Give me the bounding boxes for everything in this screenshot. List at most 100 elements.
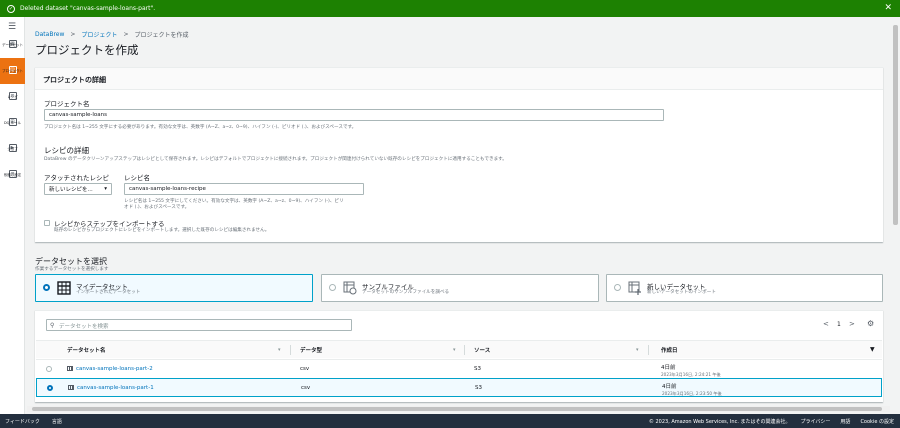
breadcrumb-root[interactable]: DataBrew (35, 31, 64, 38)
import-steps-hint: 既存のレシピからプロジェクトにレシピをインポートします。選択した既存のレシピは編… (54, 228, 270, 233)
recipe-details-heading: レシピの詳細 (44, 146, 89, 155)
tile-radio (614, 284, 621, 291)
scroll-thumb[interactable] (893, 25, 898, 225)
sort-desc-icon[interactable]: ▼ (870, 346, 875, 353)
row-radio[interactable] (46, 366, 52, 372)
table-header: データセット名 ▾ データ型 ▾ ソース ▾ 作成日 ▼ (36, 340, 882, 358)
rail-item-label: DQ ルール (3, 120, 22, 125)
tile-subtitle: 新しいデータセットのインポート (647, 290, 716, 295)
dataset-name-link[interactable]: canvas-sample-loans-part-1 (68, 385, 154, 391)
recipe-name-input[interactable]: canvas-sample-loans-recipe (124, 183, 364, 195)
data-type: csv (301, 385, 311, 391)
created: 4日前 2023年3月16日, 2:24:21 午後 (661, 363, 721, 378)
copyright: © 2023, Amazon Web Services, Inc. またはその関… (648, 418, 791, 425)
tile-my-datasets[interactable]: マイデータセット インポートされたデータセット (35, 274, 313, 302)
search-placeholder: データセットを検索 (59, 324, 109, 330)
sort-icon[interactable]: ▾ (278, 347, 281, 353)
import-steps-checkbox[interactable] (44, 220, 50, 226)
rail-item-label: ジョブ (7, 146, 18, 151)
tile-new-dataset[interactable]: 新しいデータセット 新しいデータセットのインポート (606, 274, 883, 302)
terms-link[interactable]: 用語 (840, 418, 850, 425)
project-name-input[interactable]: canvas-sample-loans (44, 109, 664, 121)
dataset-name: canvas-sample-loans-part-1 (77, 385, 154, 391)
close-icon[interactable]: ✕ (884, 3, 892, 13)
menu-icon[interactable]: ☰ (8, 22, 16, 32)
rail-item-label: プロジェクト (2, 68, 23, 73)
tile-subtitle: インポートされたデータセット (76, 290, 141, 295)
project-name-label: プロジェクト名 (44, 100, 90, 108)
created-relative: 4日前 (662, 384, 677, 390)
breadcrumb: DataBrew > プロジェクト > プロジェクトを作成 (35, 30, 188, 39)
footer: フィードバック 言語 © 2023, Amazon Web Services, … (0, 414, 900, 428)
source: S3 (475, 385, 482, 391)
rail-item-lineage[interactable]: ⌗ 系譜の設定 (0, 162, 25, 188)
recipe-name-label: レシピ名 (124, 174, 150, 182)
rail-item-jobs[interactable]: ▶ ジョブ (0, 136, 25, 162)
column-divider (290, 345, 291, 355)
col-source[interactable]: ソース (474, 341, 490, 359)
dataset-section-subtitle: 作業するデータセットを選択します (35, 267, 109, 272)
attached-recipe-label: アタッチされたレシピ (44, 174, 109, 182)
column-divider (648, 345, 649, 355)
project-name-hint: プロジェクト名は 1~255 文字にする必要があります。有効な文字は、英数字 (… (44, 125, 357, 130)
new-dataset-icon (628, 281, 641, 295)
rail-item-label: レシピ (7, 94, 18, 99)
data-type: csv (300, 366, 310, 372)
rail-item-datasets[interactable]: ▦ データセット (0, 32, 25, 58)
language-link[interactable]: 言語 (52, 418, 62, 425)
col-created[interactable]: 作成日 (661, 341, 678, 359)
recipe-name-hint-2: オド (.)、およびスペースです。 (124, 205, 190, 210)
table-row[interactable]: canvas-sample-loans-part-2 csv S3 4日前 20… (36, 359, 882, 378)
rail-item-label: 系譜の設定 (3, 172, 22, 177)
attached-recipe-select[interactable]: 新しいレシピを... ▾ (44, 183, 112, 195)
breadcrumb-current: プロジェクトを作成 (134, 32, 189, 39)
settings-gear-icon[interactable]: ⚙ (867, 319, 874, 328)
sort-icon[interactable]: ▾ (453, 347, 456, 353)
vertical-scrollbar[interactable] (891, 17, 900, 414)
left-nav-rail: ☰ ▦ データセット ▤ プロジェクト ≡ レシピ ⊞ DQ ルール ▶ ジョブ… (0, 17, 25, 414)
column-divider (464, 345, 465, 355)
table-icon (67, 366, 73, 371)
dataset-name-link[interactable]: canvas-sample-loans-part-2 (67, 366, 153, 372)
breadcrumb-separator: > (70, 31, 76, 38)
rail-item-projects[interactable]: ▤ プロジェクト (0, 58, 25, 84)
caret-down-icon: ▾ (104, 186, 107, 192)
created: 4日前 2023年3月16日, 2:23:50 午後 (662, 382, 722, 397)
page-title: プロジェクトを作成 (35, 43, 139, 57)
table-row-selected[interactable]: canvas-sample-loans-part-1 csv S3 4日前 20… (36, 378, 882, 397)
row-radio[interactable] (47, 385, 53, 391)
panel-header: プロジェクトの詳細 (35, 68, 883, 90)
prev-page-button[interactable]: < (823, 320, 829, 328)
created-timestamp: 2023年3月16日, 2:23:50 午後 (662, 391, 722, 396)
dataset-search-input[interactable]: ⚲ データセットを検索 (46, 319, 352, 331)
table-icon (68, 385, 74, 390)
feedback-link[interactable]: フィードバック (5, 418, 40, 425)
breadcrumb-projects[interactable]: プロジェクト (81, 30, 117, 39)
tile-subtitle: データセットのサンプルファイルを調べる (362, 290, 450, 295)
flash-message: Deleted dataset "canvas-sample-loans-par… (20, 5, 156, 12)
next-page-button[interactable]: > (849, 320, 855, 328)
project-details-panel: プロジェクトの詳細 プロジェクト名 canvas-sample-loans プロ… (35, 67, 883, 242)
col-data-type[interactable]: データ型 (300, 341, 322, 359)
horizontal-scrollbar[interactable] (27, 406, 890, 412)
tile-radio (43, 284, 50, 291)
success-icon: ✓ (7, 4, 15, 13)
dataset-table-panel: ⚲ データセットを検索 < 1 > ⚙ データセット名 ▾ データ型 ▾ ソース… (35, 310, 883, 402)
scroll-thumb[interactable] (32, 407, 882, 411)
sort-icon[interactable]: ▾ (636, 347, 639, 353)
page-number[interactable]: 1 (837, 321, 841, 328)
tile-sample-files[interactable]: サンプルファイル データセットのサンプルファイルを調べる (321, 274, 599, 302)
dataset-name: canvas-sample-loans-part-2 (76, 366, 153, 372)
table-icon (57, 281, 71, 295)
cookie-settings-link[interactable]: Cookie の設定 (860, 418, 894, 425)
rail-item-dq-rules[interactable]: ⊞ DQ ルール (0, 110, 25, 136)
search-icon: ⚲ (50, 322, 55, 329)
attached-recipe-value: 新しいレシピを... (49, 187, 93, 193)
rail-item-recipes[interactable]: ≡ レシピ (0, 84, 25, 110)
source: S3 (474, 366, 481, 372)
rail-item-label: データセット (2, 42, 23, 47)
recipe-details-desc: DataBrew のデータクリーンアップステップはレシピとして保存されます。レシ… (44, 157, 507, 162)
col-dataset-name[interactable]: データセット名 (67, 341, 106, 359)
privacy-link[interactable]: プライバシー (801, 418, 831, 425)
flash-banner: ✓ Deleted dataset "canvas-sample-loans-p… (0, 0, 900, 17)
